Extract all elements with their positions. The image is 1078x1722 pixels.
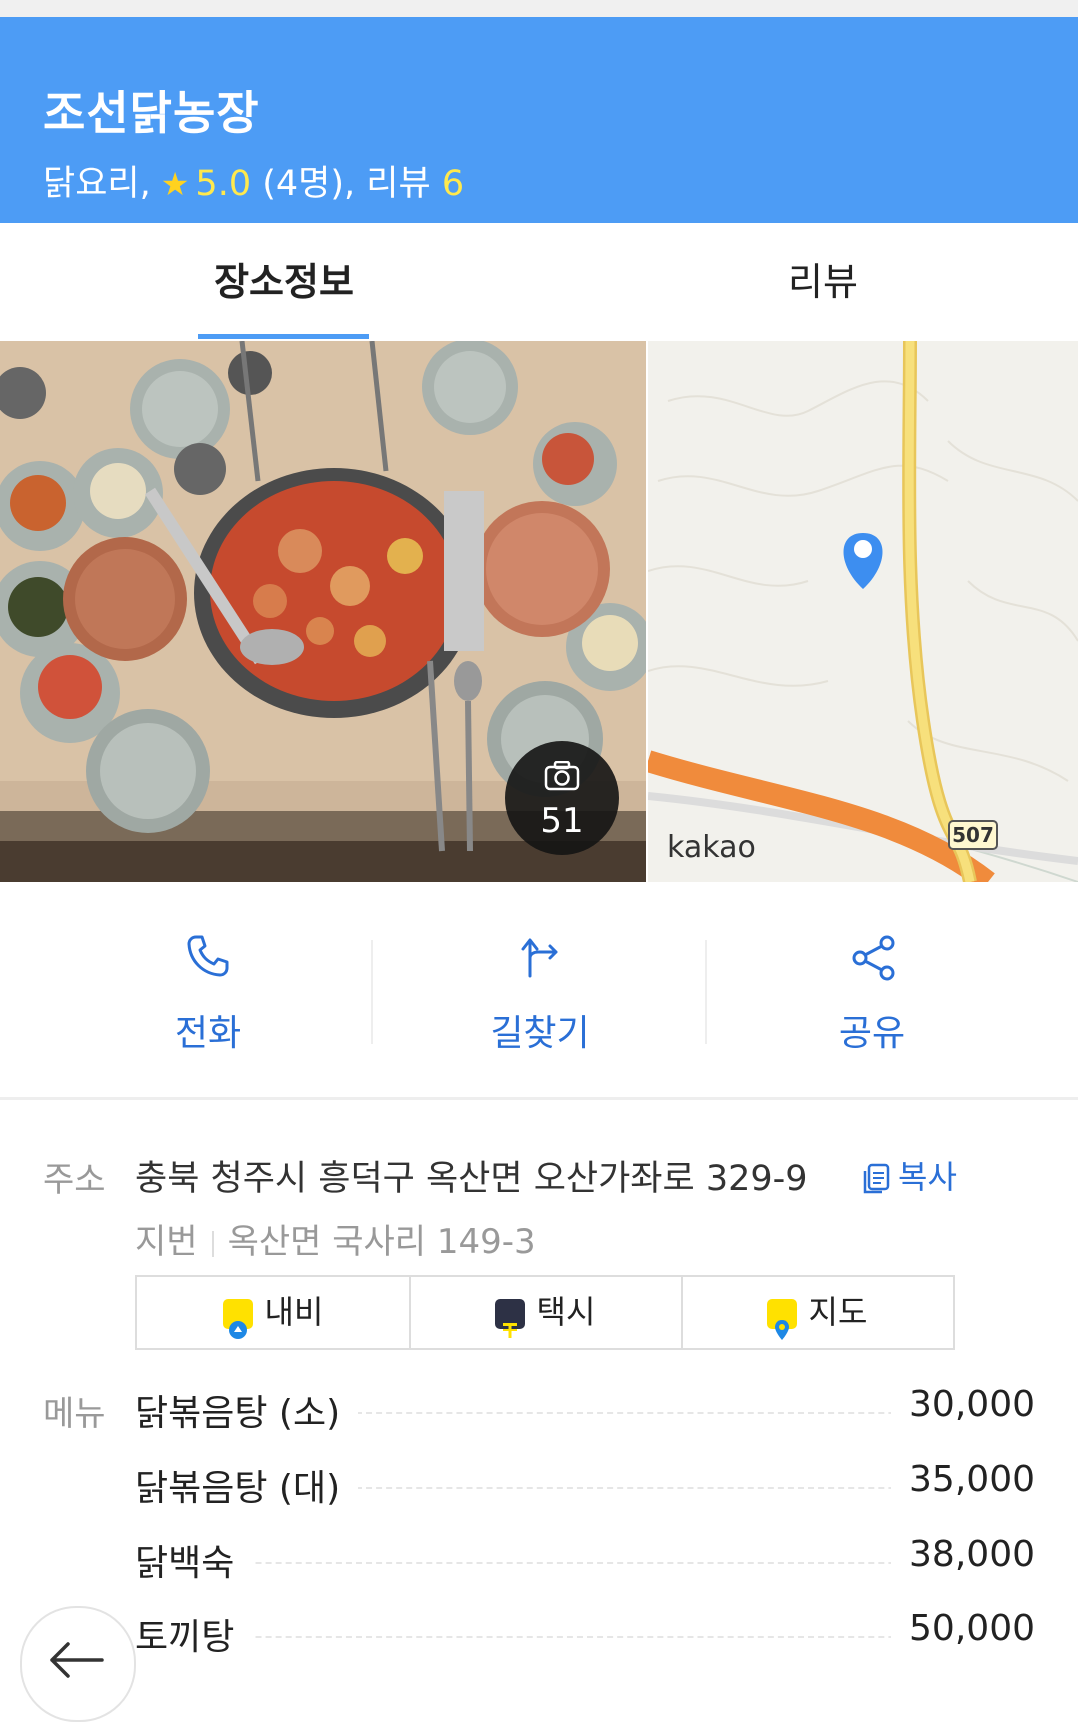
route-number-sign: 507 bbox=[948, 820, 998, 850]
action-divider bbox=[705, 940, 707, 1044]
taxi-label: 택시 bbox=[536, 1293, 596, 1331]
share-icon bbox=[852, 935, 895, 981]
menu-item-name: 토끼탕 bbox=[135, 1608, 253, 1660]
menu-label: 메뉴 bbox=[43, 1394, 106, 1434]
tab-bar: 장소정보 리뷰 bbox=[0, 223, 1078, 341]
copy-label: 복사 bbox=[898, 1158, 957, 1196]
menu-item-name: 닭백숙 bbox=[135, 1534, 253, 1586]
rating-value: 5.0 bbox=[195, 164, 252, 204]
taxi-button[interactable]: 택시 bbox=[409, 1277, 681, 1348]
menu-item-price: 38,000 bbox=[891, 1534, 1035, 1575]
back-arrow-icon bbox=[50, 1642, 104, 1678]
place-title: 조선닭농장 bbox=[43, 86, 260, 140]
map-button[interactable]: 지도 bbox=[681, 1277, 953, 1348]
directions-icon bbox=[521, 938, 558, 978]
call-button[interactable]: 전화 bbox=[98, 882, 318, 1097]
directions-label: 길찾기 bbox=[490, 1013, 590, 1054]
action-bar: 전화 길찾기 공유 bbox=[0, 882, 1078, 1097]
jibun-address: 지번 옥산면 국사리 149-3 bbox=[135, 1214, 536, 1263]
category-text: 닭요리, bbox=[43, 164, 151, 204]
navi-icon bbox=[222, 1299, 253, 1339]
share-button[interactable]: 공유 bbox=[762, 882, 982, 1097]
tab-place-info[interactable]: 장소정보 bbox=[0, 223, 568, 341]
menu-item: 닭백숙 38,000 bbox=[135, 1534, 1035, 1594]
address-label: 주소 bbox=[43, 1160, 106, 1200]
directions-button[interactable]: 길찾기 bbox=[430, 882, 650, 1097]
review-label: 리뷰 bbox=[366, 164, 431, 204]
action-divider bbox=[371, 940, 373, 1044]
menu-item: 토끼탕 50,000 bbox=[135, 1608, 1035, 1668]
place-summary: 닭요리, ★ 5.0 (4명), 리뷰 6 bbox=[43, 155, 464, 206]
rating-count: (4명), bbox=[262, 164, 356, 204]
map-pin-icon bbox=[766, 1299, 797, 1340]
copy-button[interactable]: 복사 bbox=[862, 1152, 957, 1198]
menu-item-price: 50,000 bbox=[891, 1608, 1035, 1649]
phone-icon bbox=[187, 935, 229, 977]
tab-reviews[interactable]: 리뷰 bbox=[568, 223, 1078, 341]
navi-label: 내비 bbox=[264, 1293, 324, 1331]
navi-button[interactable]: 내비 bbox=[137, 1277, 409, 1348]
map-label: 지도 bbox=[808, 1293, 868, 1331]
jibun-value: 옥산면 국사리 149-3 bbox=[227, 1222, 536, 1262]
tab-indicator bbox=[198, 334, 369, 339]
menu-item: 닭볶음탕 (대) 35,000 bbox=[135, 1459, 1035, 1519]
photo-count: 51 bbox=[540, 801, 584, 841]
road-address: 충북 청주시 흥덕구 옥산면 오산가좌로 329-9 bbox=[135, 1159, 808, 1199]
navigation-button-group: 내비 택시 지도 bbox=[135, 1275, 955, 1350]
section-divider bbox=[0, 1097, 1078, 1100]
menu-item-name: 닭볶음탕 (대) bbox=[135, 1459, 359, 1511]
photo-count-badge[interactable]: 51 bbox=[505, 741, 619, 855]
taxi-icon bbox=[494, 1299, 525, 1338]
map-brand: kakao bbox=[667, 830, 756, 865]
review-count[interactable]: 6 bbox=[442, 164, 464, 204]
place-header: 조선닭농장 닭요리, ★ 5.0 (4명), 리뷰 6 bbox=[0, 17, 1078, 223]
jibun-label: 지번 bbox=[135, 1222, 198, 1262]
menu-item-price: 35,000 bbox=[891, 1459, 1035, 1500]
call-label: 전화 bbox=[174, 1013, 242, 1054]
back-button[interactable] bbox=[20, 1606, 136, 1722]
share-label: 공유 bbox=[838, 1013, 906, 1054]
star-icon: ★ bbox=[160, 165, 190, 203]
menu-item: 닭볶음탕 (소) 30,000 bbox=[135, 1384, 1035, 1444]
copy-icon bbox=[863, 1163, 890, 1194]
jibun-separator bbox=[211, 1230, 214, 1257]
menu-item-name: 닭볶음탕 (소) bbox=[135, 1384, 359, 1436]
status-strip bbox=[0, 0, 1078, 17]
menu-item-price: 30,000 bbox=[891, 1384, 1035, 1425]
camera-icon bbox=[544, 761, 580, 791]
location-map[interactable] bbox=[648, 341, 1078, 882]
